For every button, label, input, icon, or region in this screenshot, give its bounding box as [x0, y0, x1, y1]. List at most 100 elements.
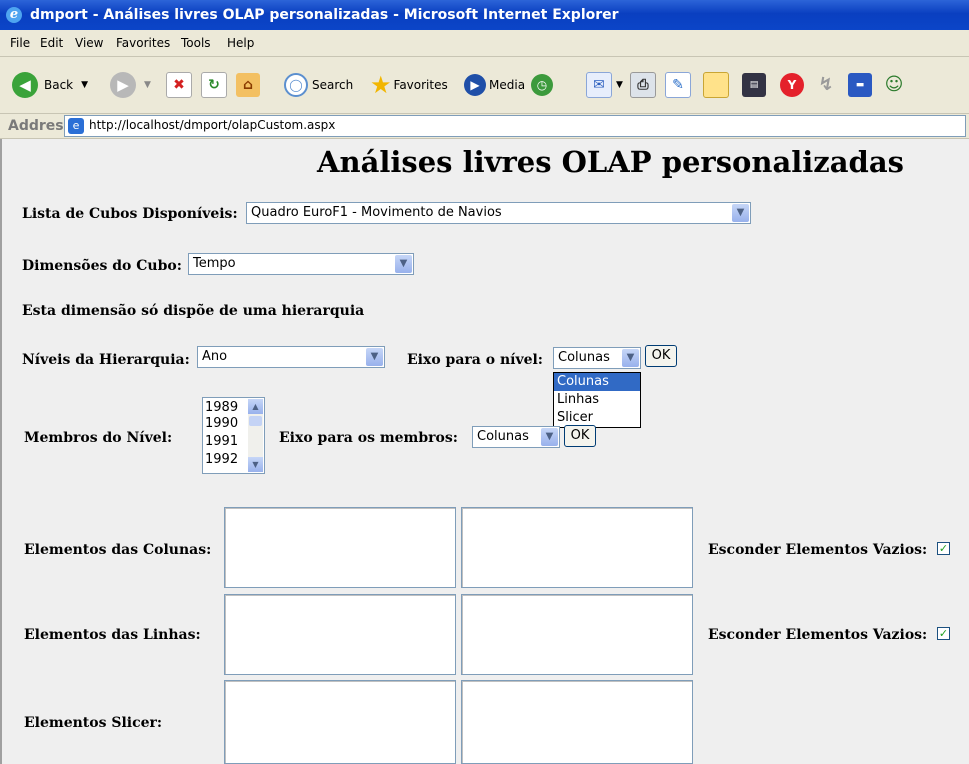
menu-tools[interactable]: Tools [181, 36, 211, 50]
toolbar-extra-button[interactable]: ▬ [848, 72, 872, 98]
level-axis-ok-button[interactable]: OK [645, 345, 677, 367]
chevron-down-icon: ▼ [366, 348, 383, 366]
columns-available-textarea[interactable] [224, 507, 456, 588]
menu-help[interactable]: Help [227, 36, 254, 50]
columns-hide-empty-label: Esconder Elementos Vazios: [708, 542, 928, 558]
rows-hide-empty-checkbox[interactable]: ✓ [937, 627, 950, 640]
discuss-button[interactable] [703, 72, 729, 98]
members-axis-select-value: Colunas [477, 429, 529, 444]
ie-logo-icon: e [6, 7, 22, 23]
research-icon: ▤ [742, 73, 766, 97]
print-icon: ⎙ [630, 72, 656, 98]
address-bar: Address e http://localhost/dmport/olapCu… [0, 114, 969, 139]
menu-edit[interactable]: Edit [40, 36, 63, 50]
refresh-icon: ↻ [201, 72, 227, 98]
members-listbox[interactable]: 1989 1990 1991 1992 ▲ ▼ [202, 397, 265, 474]
back-label: Back [44, 78, 74, 92]
search-button[interactable]: ◯ Search [284, 72, 353, 98]
print-button[interactable]: ⎙ [630, 72, 656, 98]
menu-bar: File Edit View Favorites Tools Help [0, 30, 969, 57]
messenger-icon: Y [780, 73, 804, 97]
forward-dropdown-icon: ▼ [144, 80, 151, 90]
media-button[interactable]: ▶ Media [464, 72, 525, 98]
list-item[interactable]: 1989 [205, 400, 238, 416]
members-label: Membros do Nível: [24, 430, 173, 446]
forward-button[interactable]: ▶ ▼ [110, 72, 151, 98]
stop-button[interactable]: ✖ [166, 72, 192, 98]
toolbar-extra-icon: ▬ [848, 73, 872, 97]
levels-select-value: Ano [202, 349, 228, 364]
slicer-selected-textarea[interactable] [461, 680, 693, 764]
list-item[interactable]: 1992 [205, 452, 238, 468]
members-axis-select[interactable]: Colunas ▼ [472, 426, 560, 448]
refresh-button[interactable]: ↻ [201, 72, 227, 98]
favorites-label: Favorites [393, 78, 448, 92]
hierarchy-note: Esta dimensão só dispõe de uma hierarqui… [22, 303, 365, 319]
level-axis-select[interactable]: Colunas ▼ [553, 347, 641, 369]
address-input[interactable]: e http://localhost/dmport/olapCustom.asp… [64, 115, 966, 137]
columns-selected-textarea[interactable] [461, 507, 693, 588]
slicer-available-textarea[interactable] [224, 680, 456, 764]
menu-favorites[interactable]: Favorites [116, 36, 170, 50]
history-icon: ◷ [531, 74, 553, 96]
members-axis-label: Eixo para os membros: [279, 430, 458, 446]
menu-view[interactable]: View [75, 36, 103, 50]
back-button[interactable]: ◀ Back ▼ [12, 72, 88, 98]
page-icon: e [68, 118, 84, 134]
home-button[interactable]: ⌂ [236, 72, 260, 98]
levels-label: Níveis da Hierarquia: [22, 352, 190, 368]
cubes-select[interactable]: Quadro EuroF1 - Movimento de Navios ▼ [246, 202, 751, 224]
edit-button[interactable]: ✎ [665, 72, 691, 98]
discuss-icon [703, 72, 729, 98]
levels-select[interactable]: Ano ▼ [197, 346, 385, 368]
chevron-down-icon: ▼ [395, 255, 412, 273]
back-dropdown-icon: ▼ [81, 80, 89, 90]
rows-label: Elementos das Linhas: [24, 627, 201, 643]
contacts-button[interactable]: ☺ [882, 72, 906, 98]
forward-arrow-icon: ▶ [110, 72, 136, 98]
list-item[interactable]: 1991 [205, 434, 238, 450]
mail-icon: ✉ [586, 72, 612, 98]
media-label: Media [489, 78, 526, 92]
contacts-icon: ☺ [884, 74, 904, 95]
rows-hide-empty-label: Esconder Elementos Vazios: [708, 627, 928, 643]
dropdown-option-linhas[interactable]: Linhas [554, 391, 640, 409]
lightning-icon: ↯ [818, 74, 834, 95]
favorites-star-icon: ★ [370, 71, 392, 99]
members-axis-ok-button[interactable]: OK [564, 425, 596, 447]
search-label: Search [312, 78, 354, 92]
bolt-button[interactable]: ↯ [814, 72, 838, 98]
dropdown-option-colunas[interactable]: Colunas [554, 373, 640, 391]
messenger-button[interactable]: Y [780, 72, 804, 98]
window-title-bar: e dmport - Análises livres OLAP personal… [0, 0, 969, 30]
mail-button[interactable]: ✉ ▼ [586, 72, 623, 98]
page-title: Análises livres OLAP personalizadas [317, 145, 904, 179]
menu-file[interactable]: File [10, 36, 30, 50]
dimensions-label: Dimensões do Cubo: [22, 258, 182, 274]
chevron-down-icon: ▼ [732, 204, 749, 222]
scroll-down-icon[interactable]: ▼ [248, 457, 263, 472]
dimensions-select[interactable]: Tempo ▼ [188, 253, 414, 275]
back-arrow-icon: ◀ [12, 72, 38, 98]
level-axis-label: Eixo para o nível: [407, 352, 543, 368]
research-button[interactable]: ▤ [742, 72, 766, 98]
cubes-select-value: Quadro EuroF1 - Movimento de Navios [251, 205, 502, 220]
favorites-button[interactable]: ★ Favorites [370, 72, 448, 98]
dimensions-select-value: Tempo [193, 256, 236, 271]
slicer-label: Elementos Slicer: [24, 715, 163, 731]
rows-available-textarea[interactable] [224, 594, 456, 675]
chevron-down-icon: ▼ [622, 349, 639, 367]
list-item[interactable]: 1990 [205, 416, 238, 432]
rows-selected-textarea[interactable] [461, 594, 693, 675]
address-url: http://localhost/dmport/olapCustom.aspx [89, 118, 336, 132]
stop-icon: ✖ [166, 72, 192, 98]
scroll-up-icon[interactable]: ▲ [248, 399, 263, 414]
columns-hide-empty-checkbox[interactable]: ✓ [937, 542, 950, 555]
address-label: Address [8, 118, 72, 134]
members-scrollbar[interactable]: ▲ ▼ [248, 399, 263, 472]
level-axis-dropdown-list: Colunas Linhas Slicer [553, 372, 641, 428]
scroll-thumb[interactable] [249, 416, 262, 426]
window-title: dmport - Análises livres OLAP personaliz… [30, 7, 619, 23]
toolbar: ◀ Back ▼ ▶ ▼ ✖ ↻ ⌂ ◯ Search ★ Favorites … [0, 57, 969, 114]
history-button[interactable]: ◷ [531, 72, 553, 98]
